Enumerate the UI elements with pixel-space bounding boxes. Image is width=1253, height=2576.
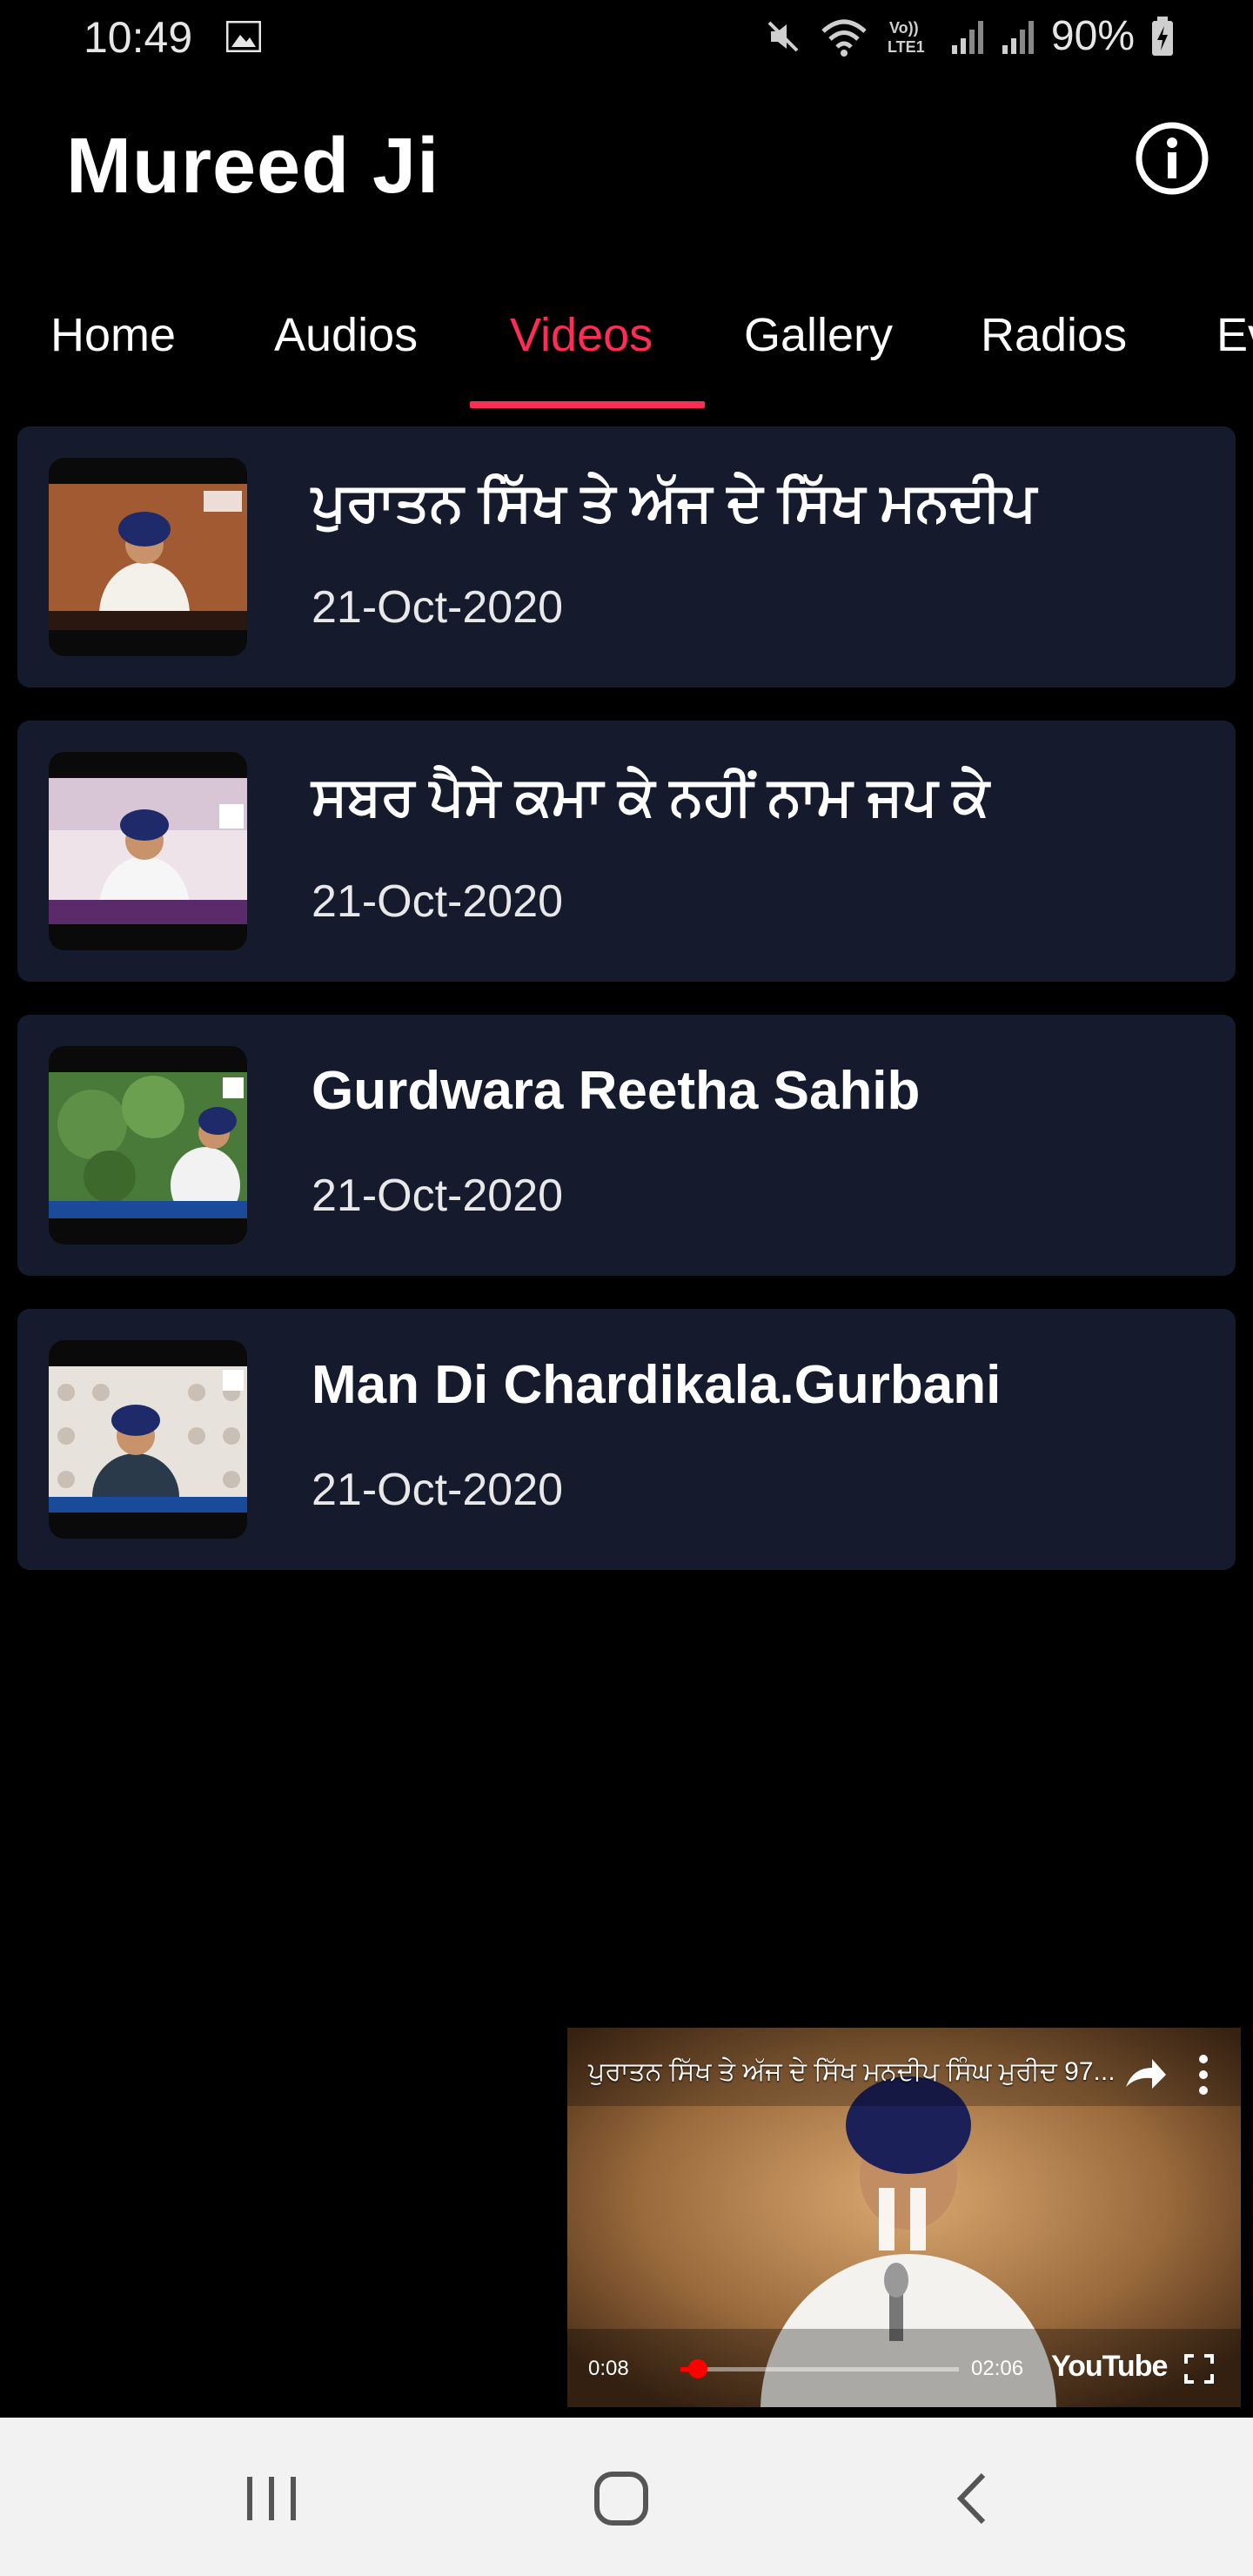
more-options-icon[interactable] — [1190, 2049, 1216, 2101]
video-date: 21-Oct-2020 — [312, 1171, 564, 1221]
video-thumbnail — [49, 458, 247, 656]
player-progress-knob[interactable] — [688, 2359, 708, 2378]
recent-apps-icon[interactable] — [237, 2468, 306, 2529]
thumbnail-image — [49, 1366, 247, 1513]
video-thumbnail — [49, 1046, 247, 1244]
video-title: Man Di Chardikala.Gurbani — [312, 1355, 1002, 1415]
volte-icon: Vo)) LTE1 — [888, 19, 925, 56]
thumbnail-image — [49, 1072, 247, 1218]
signal-icon — [1002, 20, 1034, 54]
player-current-time: 0:08 — [588, 2357, 629, 2380]
thumbnail-image — [49, 484, 247, 630]
player-title: ਪੁਰਾਤਨ ਸਿੱਖ ਤੇ ਅੱਜ ਦੇ ਸਿੱਖ ਮਨਦੀਪ ਸਿੰਘ ਮੁ… — [588, 2057, 1116, 2086]
wifi-icon — [821, 19, 867, 57]
tab-gallery[interactable]: Gallery — [744, 287, 893, 409]
status-time: 10:49 — [84, 13, 193, 62]
info-icon[interactable] — [1134, 120, 1210, 197]
youtube-logo[interactable]: YouTube — [1051, 2350, 1168, 2384]
battery-percent: 90% — [1050, 13, 1135, 59]
video-thumbnail — [49, 752, 247, 950]
video-date: 21-Oct-2020 — [312, 582, 564, 633]
status-icons: Vo)) LTE1 90% — [764, 12, 1175, 60]
video-date: 21-Oct-2020 — [312, 876, 564, 927]
pause-icon[interactable] — [872, 2184, 933, 2254]
video-card[interactable]: ਸਬਰ ਪੈਸੇ ਕਮਾ ਕੇ ਨਹੀਂ ਨਾਮ ਜਪ ਕੇ 21-Oct-20… — [17, 721, 1236, 982]
signal-icon — [951, 20, 983, 54]
tab-events[interactable]: Ev — [1216, 287, 1253, 409]
svg-text:LTE1: LTE1 — [888, 38, 925, 56]
video-card[interactable]: ਪੁਰਾਤਨ ਸਿੱਖ ਤੇ ਅੱਜ ਦੇ ਸਿੱਖ ਮਨਦੀਪ 21-Oct-… — [17, 426, 1236, 688]
video-date: 21-Oct-2020 — [312, 1465, 564, 1515]
svg-text:Vo)): Vo)) — [889, 19, 919, 37]
player-progress-bar[interactable] — [680, 2359, 959, 2378]
tab-home[interactable]: Home — [50, 287, 176, 409]
gallery-icon — [226, 21, 261, 52]
video-title: ਪੁਰਾਤਨ ਸਿੱਖ ਤੇ ਅੱਜ ਦੇ ਸਿੱਖ ਮਨਦੀਪ — [312, 473, 1036, 533]
video-thumbnail — [49, 1340, 247, 1539]
battery-icon — [1152, 16, 1173, 56]
tab-radios[interactable]: Radios — [981, 287, 1127, 409]
video-card[interactable]: Man Di Chardikala.Gurbani 21-Oct-2020 — [17, 1309, 1236, 1570]
video-title: Gurdwara Reetha Sahib — [312, 1061, 921, 1121]
thumbnail-image — [49, 778, 247, 924]
back-icon[interactable] — [938, 2468, 1008, 2529]
system-nav-bar — [0, 2418, 1253, 2576]
status-bar: 10:49 Vo)) LTE1 90% — [0, 0, 1253, 84]
mute-icon — [767, 21, 799, 51]
video-title: ਸਬਰ ਪੈਸੇ ਕਮਾ ਕੇ ਨਹੀਂ ਨਾਮ ਜਪ ਕੇ — [312, 767, 989, 827]
fullscreen-icon[interactable] — [1183, 2353, 1215, 2385]
tab-bar: Home Audios Videos Gallery Radios Ev — [0, 287, 1253, 409]
active-tab-indicator — [470, 401, 705, 408]
app-title: Mureed Ji — [66, 123, 440, 210]
share-icon[interactable] — [1117, 2049, 1169, 2101]
mini-video-player[interactable]: ਪੁਰਾਤਨ ਸਿੱਖ ਤੇ ਅੱਜ ਦੇ ਸਿੱਖ ਮਨਦੀਪ ਸਿੰਘ ਮੁ… — [567, 2028, 1241, 2407]
tab-videos[interactable]: Videos — [510, 287, 653, 409]
video-card[interactable]: Gurdwara Reetha Sahib 21-Oct-2020 — [17, 1015, 1236, 1276]
player-duration: 02:06 — [971, 2357, 1024, 2380]
tab-audios[interactable]: Audios — [274, 287, 418, 409]
home-icon[interactable] — [586, 2468, 656, 2529]
